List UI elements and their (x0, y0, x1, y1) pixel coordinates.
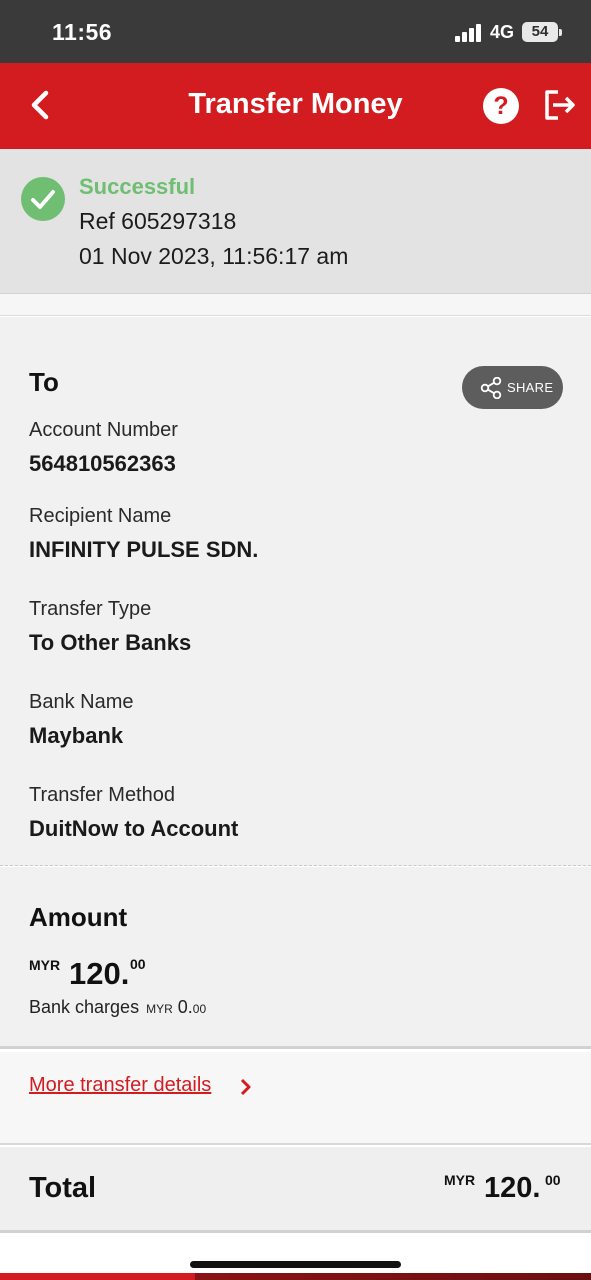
bank-charges: Bank charges MYR 0.00 (29, 997, 206, 1018)
account-number-value: 564810562363 (29, 451, 176, 476)
bank-charges-label: Bank charges (29, 997, 140, 1017)
share-icon (480, 377, 502, 399)
app-header: Transfer Money ? (0, 63, 591, 149)
recipient-name-value: INFINITY PULSE SDN. (29, 537, 259, 562)
bottom-bar (0, 1273, 591, 1280)
share-button[interactable]: SHARE (462, 366, 563, 409)
battery-level: 54 (531, 23, 549, 40)
amount-cents: 00 (130, 956, 146, 972)
transfer-method-label: Transfer Method (29, 784, 175, 806)
amount-heading: Amount (29, 902, 128, 932)
help-icon: ? (493, 92, 509, 120)
transfer-method-value: DuitNow to Account (29, 816, 239, 841)
logout-icon (545, 90, 575, 120)
reference-number: Ref 605297318 (79, 208, 237, 234)
check-circle-icon (21, 177, 65, 221)
logout-button[interactable] (542, 87, 578, 123)
status-time: 11:56 (52, 19, 113, 45)
bank-name-label: Bank Name (29, 691, 134, 713)
home-indicator[interactable] (190, 1261, 401, 1268)
total-currency: MYR (444, 1172, 476, 1188)
transaction-status: Successful (79, 174, 196, 199)
transfer-type-value: To Other Banks (29, 630, 192, 655)
account-number-label: Account Number (29, 419, 178, 441)
amount-whole: 120. (69, 956, 130, 991)
total-amount: 120. (484, 1172, 541, 1204)
section-divider (0, 294, 591, 316)
bank-charges-whole: 0. (177, 997, 193, 1017)
recipient-name-label: Recipient Name (29, 505, 172, 527)
transfer-type-label: Transfer Type (29, 598, 152, 620)
recipient-heading: To (29, 367, 59, 397)
more-details-section (0, 1052, 591, 1145)
network-type: 4G (490, 22, 515, 42)
chevron-right-icon[interactable] (238, 1078, 252, 1096)
share-label: SHARE (507, 380, 554, 395)
total-label: Total (29, 1172, 97, 1204)
bank-charges-currency: MYR (146, 1002, 173, 1016)
more-transfer-details-link[interactable]: More transfer details (29, 1074, 211, 1097)
bank-charges-cents: 00 (192, 1002, 207, 1016)
battery-icon: 54 (522, 22, 562, 42)
signal-icon (455, 24, 483, 42)
bank-name-value: Maybank (29, 723, 124, 748)
help-button[interactable]: ? (483, 88, 519, 124)
total-cents: 00 (545, 1172, 561, 1188)
amount-currency: MYR (29, 957, 61, 973)
transaction-datetime: 01 Nov 2023, 11:56:17 am (79, 243, 349, 269)
status-bar: 11:56 4G 54 (0, 0, 591, 63)
